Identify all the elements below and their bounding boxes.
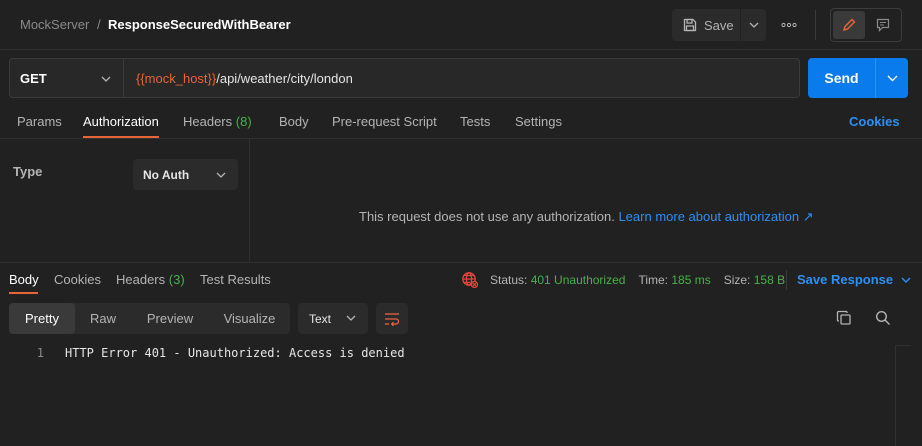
format-preview-button[interactable]: Preview xyxy=(131,303,209,334)
save-button-label: Save xyxy=(704,17,734,33)
format-visualize-button[interactable]: Visualize xyxy=(209,303,290,334)
response-language-value: Text xyxy=(309,311,332,326)
time-label: Time: xyxy=(638,273,668,287)
request-title[interactable]: ResponseSecuredWithBearer xyxy=(108,17,291,32)
pencil-icon xyxy=(842,18,856,32)
tab-tests[interactable]: Tests xyxy=(460,114,490,129)
status-label: Status: xyxy=(490,273,528,287)
auth-message: This request does not use any authorizat… xyxy=(359,209,814,225)
tab-params[interactable]: Params xyxy=(17,114,62,129)
url-input[interactable]: {{mock_host}}/api/weather/city/london xyxy=(124,58,800,98)
active-response-tab-indicator xyxy=(9,292,38,294)
copy-response-button[interactable] xyxy=(833,307,855,329)
auth-message-text: This request does not use any authorizat… xyxy=(359,209,615,224)
url-path: /api/weather/city/london xyxy=(216,70,353,86)
url-variable: {{mock_host}} xyxy=(136,70,217,86)
learn-more-auth-link[interactable]: Learn more about authorization ↗ xyxy=(618,209,813,224)
comment-icon xyxy=(876,18,890,32)
network-globe-icon[interactable] xyxy=(461,271,479,289)
chevron-down-icon xyxy=(749,22,758,28)
save-disk-icon xyxy=(682,17,698,33)
method-value: GET xyxy=(20,70,47,86)
chevron-down-icon xyxy=(887,75,897,81)
save-response-button[interactable]: Save Response xyxy=(797,272,911,287)
response-meta: Status: 401 Unauthorized Time: 185 ms Si… xyxy=(461,271,785,289)
edit-mode-button[interactable] xyxy=(833,11,865,39)
auth-type-value: No Auth xyxy=(143,167,190,182)
save-response-label: Save Response xyxy=(797,272,894,287)
time-value[interactable]: 185 ms xyxy=(671,273,710,287)
comments-button[interactable] xyxy=(867,11,899,39)
chevron-down-icon xyxy=(101,76,111,82)
auth-type-select[interactable]: No Auth xyxy=(133,159,238,190)
more-horizontal-icon xyxy=(781,22,797,28)
request-tabs: Params Authorization Headers (8) Body Pr… xyxy=(0,104,922,139)
response-body-line[interactable]: HTTP Error 401 - Unauthorized: Access is… xyxy=(65,346,405,360)
response-tab-cookies[interactable]: Cookies xyxy=(54,272,101,287)
auth-type-label: Type xyxy=(13,164,43,179)
view-mode-toggle xyxy=(830,8,902,42)
line-number: 1 xyxy=(36,346,44,360)
response-tab-test-results[interactable]: Test Results xyxy=(200,272,271,287)
breadcrumb-collection[interactable]: MockServer xyxy=(20,17,89,32)
search-icon xyxy=(875,310,890,325)
chevron-down-icon xyxy=(346,315,356,321)
response-language-select[interactable]: Text xyxy=(298,303,368,334)
chevron-down-icon xyxy=(216,172,226,178)
headers-count: (8) xyxy=(235,114,252,129)
size-label: Size: xyxy=(723,273,751,287)
save-button-group: Save xyxy=(672,9,766,41)
wrap-lines-icon xyxy=(385,312,400,326)
response-tab-headers-label: Headers xyxy=(116,272,166,287)
auth-type-panel: Type No Auth xyxy=(0,139,250,262)
header-divider xyxy=(815,10,816,40)
copy-icon xyxy=(836,310,851,325)
send-options-button[interactable] xyxy=(876,58,908,98)
chevron-down-icon xyxy=(901,277,911,283)
method-select[interactable]: GET xyxy=(9,58,124,98)
breadcrumb-separator: / xyxy=(97,17,101,32)
response-headers-count: (3) xyxy=(168,272,185,287)
send-button-group: Send xyxy=(808,58,908,98)
response-divider xyxy=(0,262,922,263)
request-header: MockServer / ResponseSecuredWithBearer S… xyxy=(0,0,922,50)
tab-authorization[interactable]: Authorization xyxy=(83,114,159,129)
active-tab-indicator xyxy=(83,136,159,138)
tab-headers[interactable]: Headers (8) xyxy=(183,114,252,129)
response-meta-divider xyxy=(786,270,787,290)
tab-pre-request-script[interactable]: Pre-request Script xyxy=(332,114,437,129)
format-raw-button[interactable]: Raw xyxy=(75,303,131,334)
more-actions-button[interactable] xyxy=(776,12,802,38)
send-button[interactable]: Send xyxy=(808,58,875,98)
response-tab-headers[interactable]: Headers (3) xyxy=(116,272,185,287)
save-button[interactable]: Save xyxy=(672,9,740,41)
response-scrollbar[interactable] xyxy=(895,345,911,446)
wrap-lines-button[interactable] xyxy=(376,303,408,334)
tab-body[interactable]: Body xyxy=(279,114,309,129)
size-value[interactable]: 158 B xyxy=(754,273,785,287)
status-value[interactable]: 401 Unauthorized xyxy=(531,273,626,287)
response-format-group: Pretty Raw Preview Visualize xyxy=(9,303,290,334)
search-response-button[interactable] xyxy=(872,307,894,329)
cookies-link[interactable]: Cookies xyxy=(849,114,900,129)
tab-settings[interactable]: Settings xyxy=(515,114,562,129)
tab-headers-label: Headers xyxy=(183,114,233,129)
response-tab-body[interactable]: Body xyxy=(9,272,39,287)
save-options-button[interactable] xyxy=(741,9,766,41)
format-pretty-button[interactable]: Pretty xyxy=(9,303,75,334)
